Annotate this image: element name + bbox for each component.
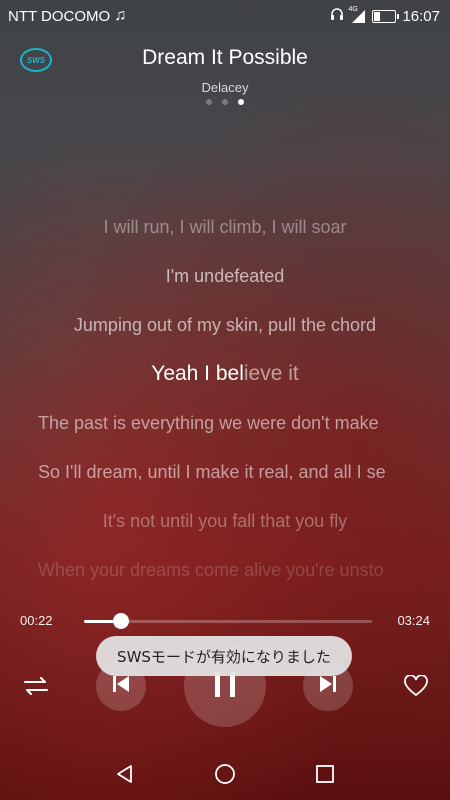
nav-home-button[interactable] xyxy=(211,762,239,790)
song-artist: Delacey xyxy=(201,80,249,95)
recents-square-icon xyxy=(315,764,335,789)
carrier-label: NTT DOCOMO xyxy=(8,7,111,25)
progress-bar[interactable] xyxy=(84,613,372,629)
elapsed-time: 00:22 xyxy=(20,613,53,628)
lyric-line: The past is everything we were don't mak… xyxy=(38,413,379,433)
lyric-line: I'm undefeated xyxy=(165,266,285,286)
total-time: 03:24 xyxy=(397,613,430,628)
home-circle-icon xyxy=(214,763,236,790)
lyric-sung-part: Yeah I bel xyxy=(151,362,244,385)
status-time: 16:07 xyxy=(402,7,440,25)
page-dot xyxy=(206,99,212,105)
lyric-unsung-part: ieve it xyxy=(243,362,299,385)
lyric-line: Jumping out of my skin, pull the chord xyxy=(73,315,377,335)
back-triangle-icon xyxy=(115,764,135,789)
lyric-line: I will run, I will climb, I will soar xyxy=(103,217,347,237)
skip-previous-icon xyxy=(111,674,131,699)
network-type-label: 4G xyxy=(348,5,358,13)
toast-message: SWSモードが有効になりました xyxy=(96,636,352,676)
lyric-line: It's not until you fall that you fly xyxy=(102,511,348,531)
skip-next-icon xyxy=(318,674,338,699)
page-dot xyxy=(222,99,228,105)
music-note-icon: ♫ xyxy=(114,7,127,24)
signal-icon: 4G xyxy=(348,6,366,23)
page-dot-active xyxy=(238,99,244,105)
song-title: Dream It Possible xyxy=(142,46,308,69)
status-bar: NTT DOCOMO ♫ 4G 16:07 xyxy=(0,0,450,32)
battery-icon xyxy=(372,9,400,23)
headphones-icon xyxy=(330,7,344,25)
lyric-line-current: Yeah I believe it xyxy=(38,357,412,406)
nav-back-button[interactable] xyxy=(111,762,139,790)
lyric-line: When your dreams come alive you're unsto xyxy=(38,560,384,580)
system-nav-bar xyxy=(0,750,450,800)
favorite-button[interactable] xyxy=(400,672,432,704)
progress-thumb[interactable] xyxy=(113,613,130,629)
shuffle-icon xyxy=(23,675,49,702)
lyric-line: So I'll dream, until I make it real, and… xyxy=(38,462,386,482)
nav-recents-button[interactable] xyxy=(311,762,339,790)
page-indicator xyxy=(0,99,450,105)
lyrics-panel[interactable]: I will run, I will climb, I will soar I'… xyxy=(38,210,412,602)
heart-icon xyxy=(404,673,428,702)
shuffle-button[interactable] xyxy=(20,672,52,704)
